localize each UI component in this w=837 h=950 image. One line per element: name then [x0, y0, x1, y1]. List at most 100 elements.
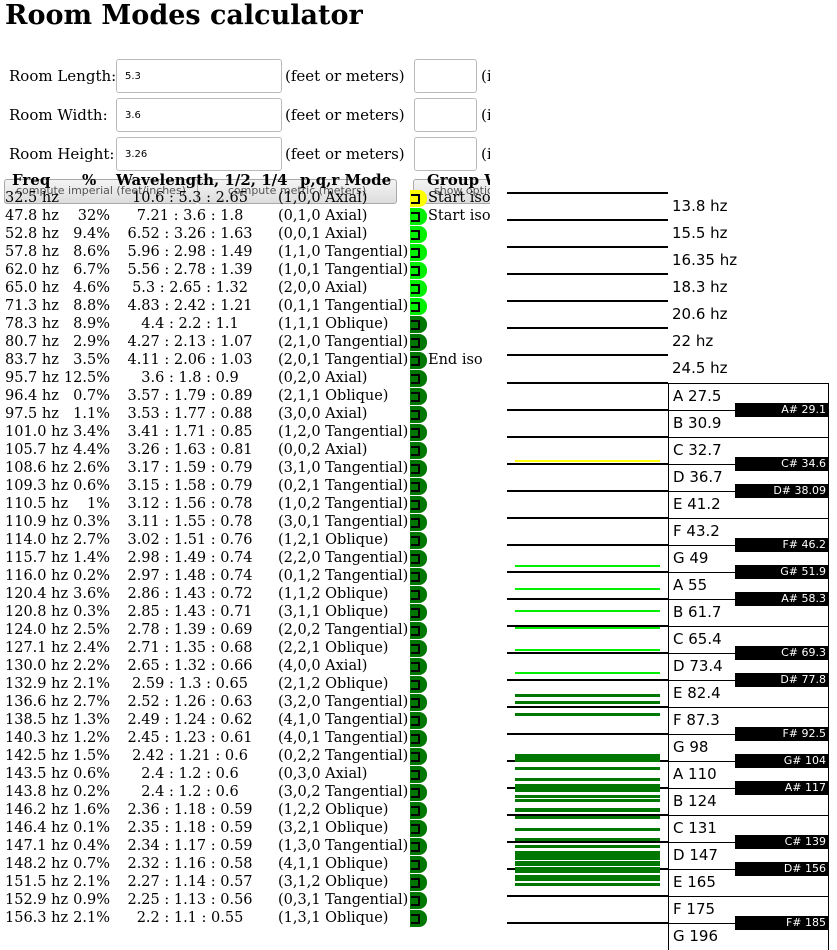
- table-row: 97.5 hz 1.1% 3.53 : 1.77 : 0.88 (3,0,0 Axia…: [0, 406, 490, 424]
- percent-cell: 2.7%: [73, 694, 110, 710]
- mode-frequency-bar: [515, 808, 660, 812]
- room-height-input[interactable]: [116, 137, 282, 171]
- freq-cell: 96.4 hz: [5, 388, 59, 404]
- freq-cell: 108.6 hz: [5, 460, 69, 476]
- wavelength-cell: 4.27 : 2.13 : 1.07: [127, 334, 253, 350]
- key-line: [507, 463, 668, 465]
- mode-cell: (1,1,0 Tangential): [278, 244, 409, 260]
- freq-cell: 110.5 hz: [5, 496, 69, 512]
- key-line: [507, 733, 668, 735]
- freq-cell: 57.8 hz: [5, 244, 59, 260]
- wavelength-cell: 2.35 : 1.18 : 0.59: [127, 820, 253, 836]
- black-key: D# 156: [735, 862, 829, 876]
- room-height-inches-input[interactable]: [414, 137, 477, 171]
- wavelength-cell: 3.17 : 1.59 : 0.79: [127, 460, 253, 476]
- table-row: 105.7 hz 4.4% 3.26 : 1.63 : 0.81 (0,0,2 Axi…: [0, 442, 490, 460]
- mode-cell: (4,1,0 Tangential): [278, 712, 409, 728]
- room-width-input[interactable]: [116, 98, 282, 132]
- mode-cell: (2,0,1 Tangential): [278, 352, 409, 368]
- mode-frequency-bar: [515, 799, 660, 803]
- freq-cell: 156.3 hz: [5, 910, 69, 926]
- percent-cell: 0.2%: [73, 568, 110, 584]
- mode-cell: (3,0,2 Tangential): [278, 784, 409, 800]
- mode-cell: (2,2,0 Tangential): [278, 550, 409, 566]
- mode-frequency-bar: [515, 756, 660, 760]
- white-key-label: G 49: [673, 549, 709, 567]
- white-key-label: A 27.5: [673, 387, 722, 405]
- white-key-label: A 55: [673, 576, 708, 594]
- white-key: E 165: [668, 869, 829, 896]
- white-key: A 55: [668, 572, 829, 599]
- table-row: 110.5 hz 1% 3.12 : 1.56 : 0.78 (1,0,2 Tange…: [0, 496, 490, 514]
- table-row: 146.2 hz 1.6% 2.36 : 1.18 : 0.59 (1,2,2 Obl…: [0, 802, 490, 820]
- percent-cell: 3.5%: [73, 352, 110, 368]
- wavelength-cell: 3.12 : 1.56 : 0.78: [127, 496, 253, 512]
- mode-frequency-bar: [515, 815, 660, 819]
- mode-frequency-bar: [515, 788, 660, 792]
- white-key-label: F 43.2: [673, 522, 720, 540]
- mode-cell: (0,2,0 Axial): [278, 370, 368, 386]
- percent-cell: 8.9%: [73, 316, 110, 332]
- table-row: 136.6 hz 2.7% 2.52 : 1.26 : 0.63 (3,2,0 Tan…: [0, 694, 490, 712]
- freq-cell: 116.0 hz: [5, 568, 69, 584]
- white-key-label: F 175: [673, 900, 716, 918]
- group-marker-icon: [410, 262, 427, 279]
- freq-cell: 78.3 hz: [5, 316, 59, 332]
- wavelength-cell: 2.36 : 1.18 : 0.59: [127, 802, 253, 818]
- mode-frequency-bar: [515, 767, 660, 771]
- wavelength-cell: 3.6 : 1.8 : 0.9: [141, 370, 239, 386]
- percent-cell: 8.6%: [73, 244, 110, 260]
- end-iso-label: End iso: [428, 352, 483, 368]
- mode-cell: (1,0,0 Axial): [278, 190, 368, 206]
- octave-line: [507, 327, 668, 329]
- room-length-inches-input[interactable]: [414, 59, 477, 93]
- table-row: 143.5 hz 0.6% 2.4 : 1.2 : 0.6 (0,3,0 Axial): [0, 766, 490, 784]
- group-marker-icon: [410, 748, 427, 765]
- white-key: C 131: [668, 815, 829, 842]
- mode-cell: (1,0,2 Tangential): [278, 496, 409, 512]
- group-marker-icon: [410, 460, 427, 477]
- mode-frequency-bar: [515, 784, 660, 787]
- group-marker-icon: [410, 352, 427, 369]
- percent-cell: 2.7%: [73, 532, 110, 548]
- white-key-label: C 65.4: [673, 630, 722, 648]
- key-line: [507, 409, 668, 411]
- wavelength-cell: 3.02 : 1.51 : 0.76: [127, 532, 253, 548]
- freq-header: Freq: [12, 171, 51, 189]
- key-line: [507, 760, 668, 762]
- table-row: 124.0 hz 2.5% 2.78 : 1.39 : 0.69 (2,0,2 Tan…: [0, 622, 490, 640]
- table-row: 143.8 hz 0.2% 2.4 : 1.2 : 0.6 (3,0,2 Tangen…: [0, 784, 490, 802]
- percent-cell: 1.4%: [73, 550, 110, 566]
- wavelength-cell: 3.53 : 1.77 : 0.88: [127, 406, 253, 422]
- percent-cell: 0.7%: [73, 388, 110, 404]
- group-marker-icon: [410, 478, 427, 495]
- white-key: D 73.4: [668, 653, 829, 680]
- mode-cell: (3,1,2 Oblique): [278, 874, 389, 890]
- mode-frequency-bar: [515, 588, 660, 591]
- mode-header: p,q,r Mode: [300, 171, 392, 189]
- percent-cell: 0.9%: [73, 892, 110, 908]
- group-marker-icon: [410, 640, 427, 657]
- octave-line: [507, 192, 668, 194]
- room-length-input[interactable]: [116, 59, 282, 93]
- percent-cell: 1.3%: [73, 712, 110, 728]
- table-row: 151.5 hz 2.1% 2.27 : 1.14 : 0.57 (3,1,2 Obl…: [0, 874, 490, 892]
- room-width-inches-input[interactable]: [414, 98, 477, 132]
- group-marker-icon: [410, 802, 427, 819]
- white-key: D 147: [668, 842, 829, 869]
- wavelength-cell: 5.56 : 2.78 : 1.39: [127, 262, 253, 278]
- wavelength-cell: 7.21 : 3.6 : 1.8: [136, 208, 244, 224]
- table-row: 138.5 hz 1.3% 2.49 : 1.24 : 0.62 (4,1,0 Tan…: [0, 712, 490, 730]
- wavelength-cell: 3.11 : 1.55 : 0.78: [127, 514, 253, 530]
- percent-cell: 3.4%: [73, 424, 110, 440]
- percent-cell: 9.4%: [73, 226, 110, 242]
- table-row: 65.0 hz 4.6% 5.3 : 2.65 : 1.32 (2,0,0 Axial…: [0, 280, 490, 298]
- percent-cell: 4.6%: [73, 280, 110, 296]
- group-marker-icon: [410, 658, 427, 675]
- percent-cell: 1%: [86, 496, 110, 512]
- group-marker-icon: [410, 442, 427, 459]
- white-key-label: D 73.4: [673, 657, 723, 675]
- percent-cell: 0.4%: [73, 838, 110, 854]
- freq-cell: 146.4 hz: [5, 820, 69, 836]
- mode-frequency-bar: [515, 863, 660, 867]
